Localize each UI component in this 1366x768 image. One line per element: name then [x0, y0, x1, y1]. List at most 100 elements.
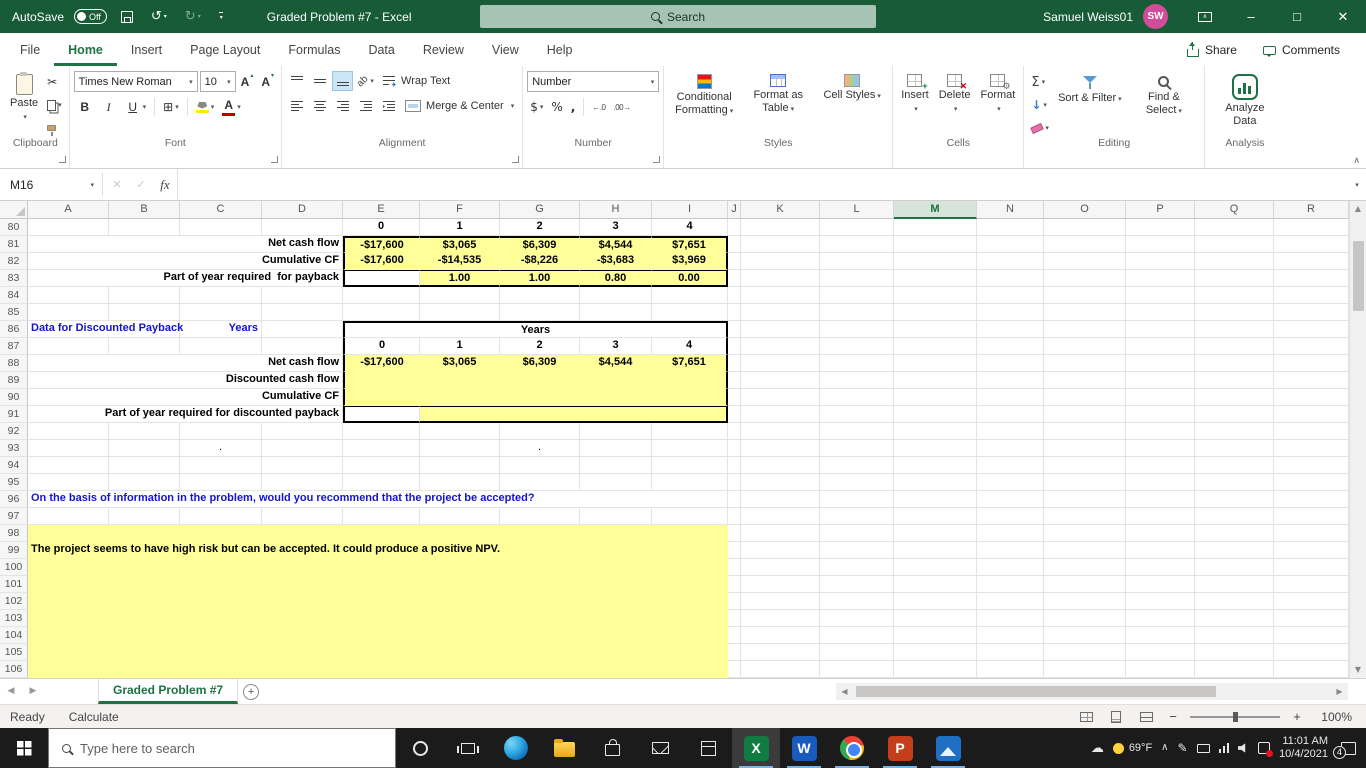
cell-M90[interactable] — [894, 389, 977, 406]
cell-D80[interactable] — [262, 219, 343, 236]
cell-C92[interactable] — [180, 423, 262, 440]
cell-P104[interactable] — [1126, 627, 1195, 644]
column-header-H[interactable]: H — [580, 201, 652, 219]
paste-button[interactable]: Paste ▾ — [6, 71, 42, 126]
cell-P101[interactable] — [1126, 576, 1195, 593]
cell-K97[interactable] — [741, 508, 820, 525]
cell-J96[interactable] — [728, 491, 741, 508]
zoom-out-button[interactable]: − — [1166, 709, 1180, 724]
cell-D86[interactable] — [262, 321, 343, 338]
row-header-102[interactable]: 102 — [0, 593, 28, 610]
cell-E82[interactable]: -$17,600 — [343, 253, 420, 270]
cell-C86[interactable]: Years — [180, 321, 262, 338]
tab-data[interactable]: Data — [354, 33, 408, 66]
cell-O83[interactable] — [1044, 270, 1126, 287]
page-layout-view-button[interactable] — [1106, 708, 1126, 726]
column-header-E[interactable]: E — [343, 201, 420, 219]
cell-K93[interactable] — [741, 440, 820, 457]
cell-A84[interactable] — [28, 287, 109, 304]
row-header-81[interactable]: 81 — [0, 236, 28, 253]
cell-B95[interactable] — [109, 474, 180, 491]
insert-cells-button[interactable]: + Insert ▾ — [897, 71, 933, 118]
tab-review[interactable]: Review — [409, 33, 478, 66]
cell-P80[interactable] — [1126, 219, 1195, 236]
close-button[interactable]: ✕ — [1320, 0, 1366, 33]
cell-Q84[interactable] — [1195, 287, 1274, 304]
cell-H82[interactable]: -$3,683 — [580, 253, 652, 270]
cell-L95[interactable] — [820, 474, 894, 491]
cell-L88[interactable] — [820, 355, 894, 372]
cell-L80[interactable] — [820, 219, 894, 236]
cell-I93[interactable] — [652, 440, 728, 457]
pen-icon[interactable]: ✎ — [1178, 742, 1188, 754]
share-button[interactable]: Share — [1177, 39, 1247, 61]
cell-B87[interactable] — [109, 338, 180, 355]
column-header-J[interactable]: J — [728, 201, 741, 219]
column-header-P[interactable]: P — [1126, 201, 1195, 219]
chrome-button[interactable] — [828, 728, 876, 768]
cell-M87[interactable] — [894, 338, 977, 355]
number-format-select[interactable]: Number ▾ — [527, 71, 660, 92]
store-button[interactable] — [588, 728, 636, 768]
cell-E97[interactable] — [343, 508, 420, 525]
cell-L101[interactable] — [820, 576, 894, 593]
cell-N85[interactable] — [977, 304, 1044, 321]
cell-M84[interactable] — [894, 287, 977, 304]
cell-Q95[interactable] — [1195, 474, 1274, 491]
cell-K91[interactable] — [741, 406, 820, 423]
cut-button[interactable]: ✂ — [44, 72, 65, 92]
cell-R103[interactable] — [1274, 610, 1349, 627]
cell-E93[interactable] — [343, 440, 420, 457]
cell-F87[interactable]: 1 — [420, 338, 500, 355]
cell-M86[interactable] — [894, 321, 977, 338]
cell-O99[interactable] — [1044, 542, 1126, 559]
cell-M94[interactable] — [894, 457, 977, 474]
column-header-I[interactable]: I — [652, 201, 728, 219]
row-header-95[interactable]: 95 — [0, 474, 28, 491]
column-header-N[interactable]: N — [977, 201, 1044, 219]
cell-Q105[interactable] — [1195, 644, 1274, 661]
italic-button[interactable]: I — [98, 97, 120, 117]
cell-G94[interactable] — [500, 457, 580, 474]
column-header-F[interactable]: F — [420, 201, 500, 219]
cell-N98[interactable] — [977, 525, 1044, 542]
word-button[interactable]: W — [780, 728, 828, 768]
cell-J102[interactable] — [728, 593, 741, 610]
cell-K106[interactable] — [741, 661, 820, 678]
cell-O96[interactable] — [1044, 491, 1126, 508]
cell-N92[interactable] — [977, 423, 1044, 440]
cell-B97[interactable] — [109, 508, 180, 525]
cell-R93[interactable] — [1274, 440, 1349, 457]
row-header-104[interactable]: 104 — [0, 627, 28, 644]
cell-J100[interactable] — [728, 559, 741, 576]
cell-A87[interactable] — [28, 338, 109, 355]
cell-Q82[interactable] — [1195, 253, 1274, 270]
cell-M82[interactable] — [894, 253, 977, 270]
cell-N84[interactable] — [977, 287, 1044, 304]
cell-A101[interactable] — [28, 576, 728, 593]
cell-L85[interactable] — [820, 304, 894, 321]
cell-E90[interactable] — [343, 389, 420, 406]
cell-H87[interactable]: 3 — [580, 338, 652, 355]
percent-style-button[interactable]: % — [548, 97, 565, 117]
cell-F89[interactable] — [420, 372, 728, 389]
column-header-D[interactable]: D — [262, 201, 343, 219]
mail-button[interactable] — [636, 728, 684, 768]
cell-B92[interactable] — [109, 423, 180, 440]
scroll-left-button[interactable]: ◀ — [836, 683, 853, 700]
cell-F91[interactable] — [420, 406, 728, 423]
cell-A103[interactable] — [28, 610, 728, 627]
cell-N91[interactable] — [977, 406, 1044, 423]
ribbon-display-options-button[interactable]: ∧ — [1182, 0, 1228, 33]
cell-J98[interactable] — [728, 525, 741, 542]
column-header-R[interactable]: R — [1274, 201, 1349, 219]
cell-A91[interactable]: Part of year required for discounted pay… — [28, 406, 343, 423]
cell-E86[interactable]: Years — [343, 321, 728, 338]
vertical-scrollbar-thumb[interactable] — [1352, 241, 1364, 311]
cell-A92[interactable] — [28, 423, 109, 440]
fill-button[interactable]: ↓ ▾ — [1028, 95, 1052, 115]
task-view-button[interactable] — [444, 728, 492, 768]
cell-H94[interactable] — [580, 457, 652, 474]
cell-G85[interactable] — [500, 304, 580, 321]
cell-P94[interactable] — [1126, 457, 1195, 474]
